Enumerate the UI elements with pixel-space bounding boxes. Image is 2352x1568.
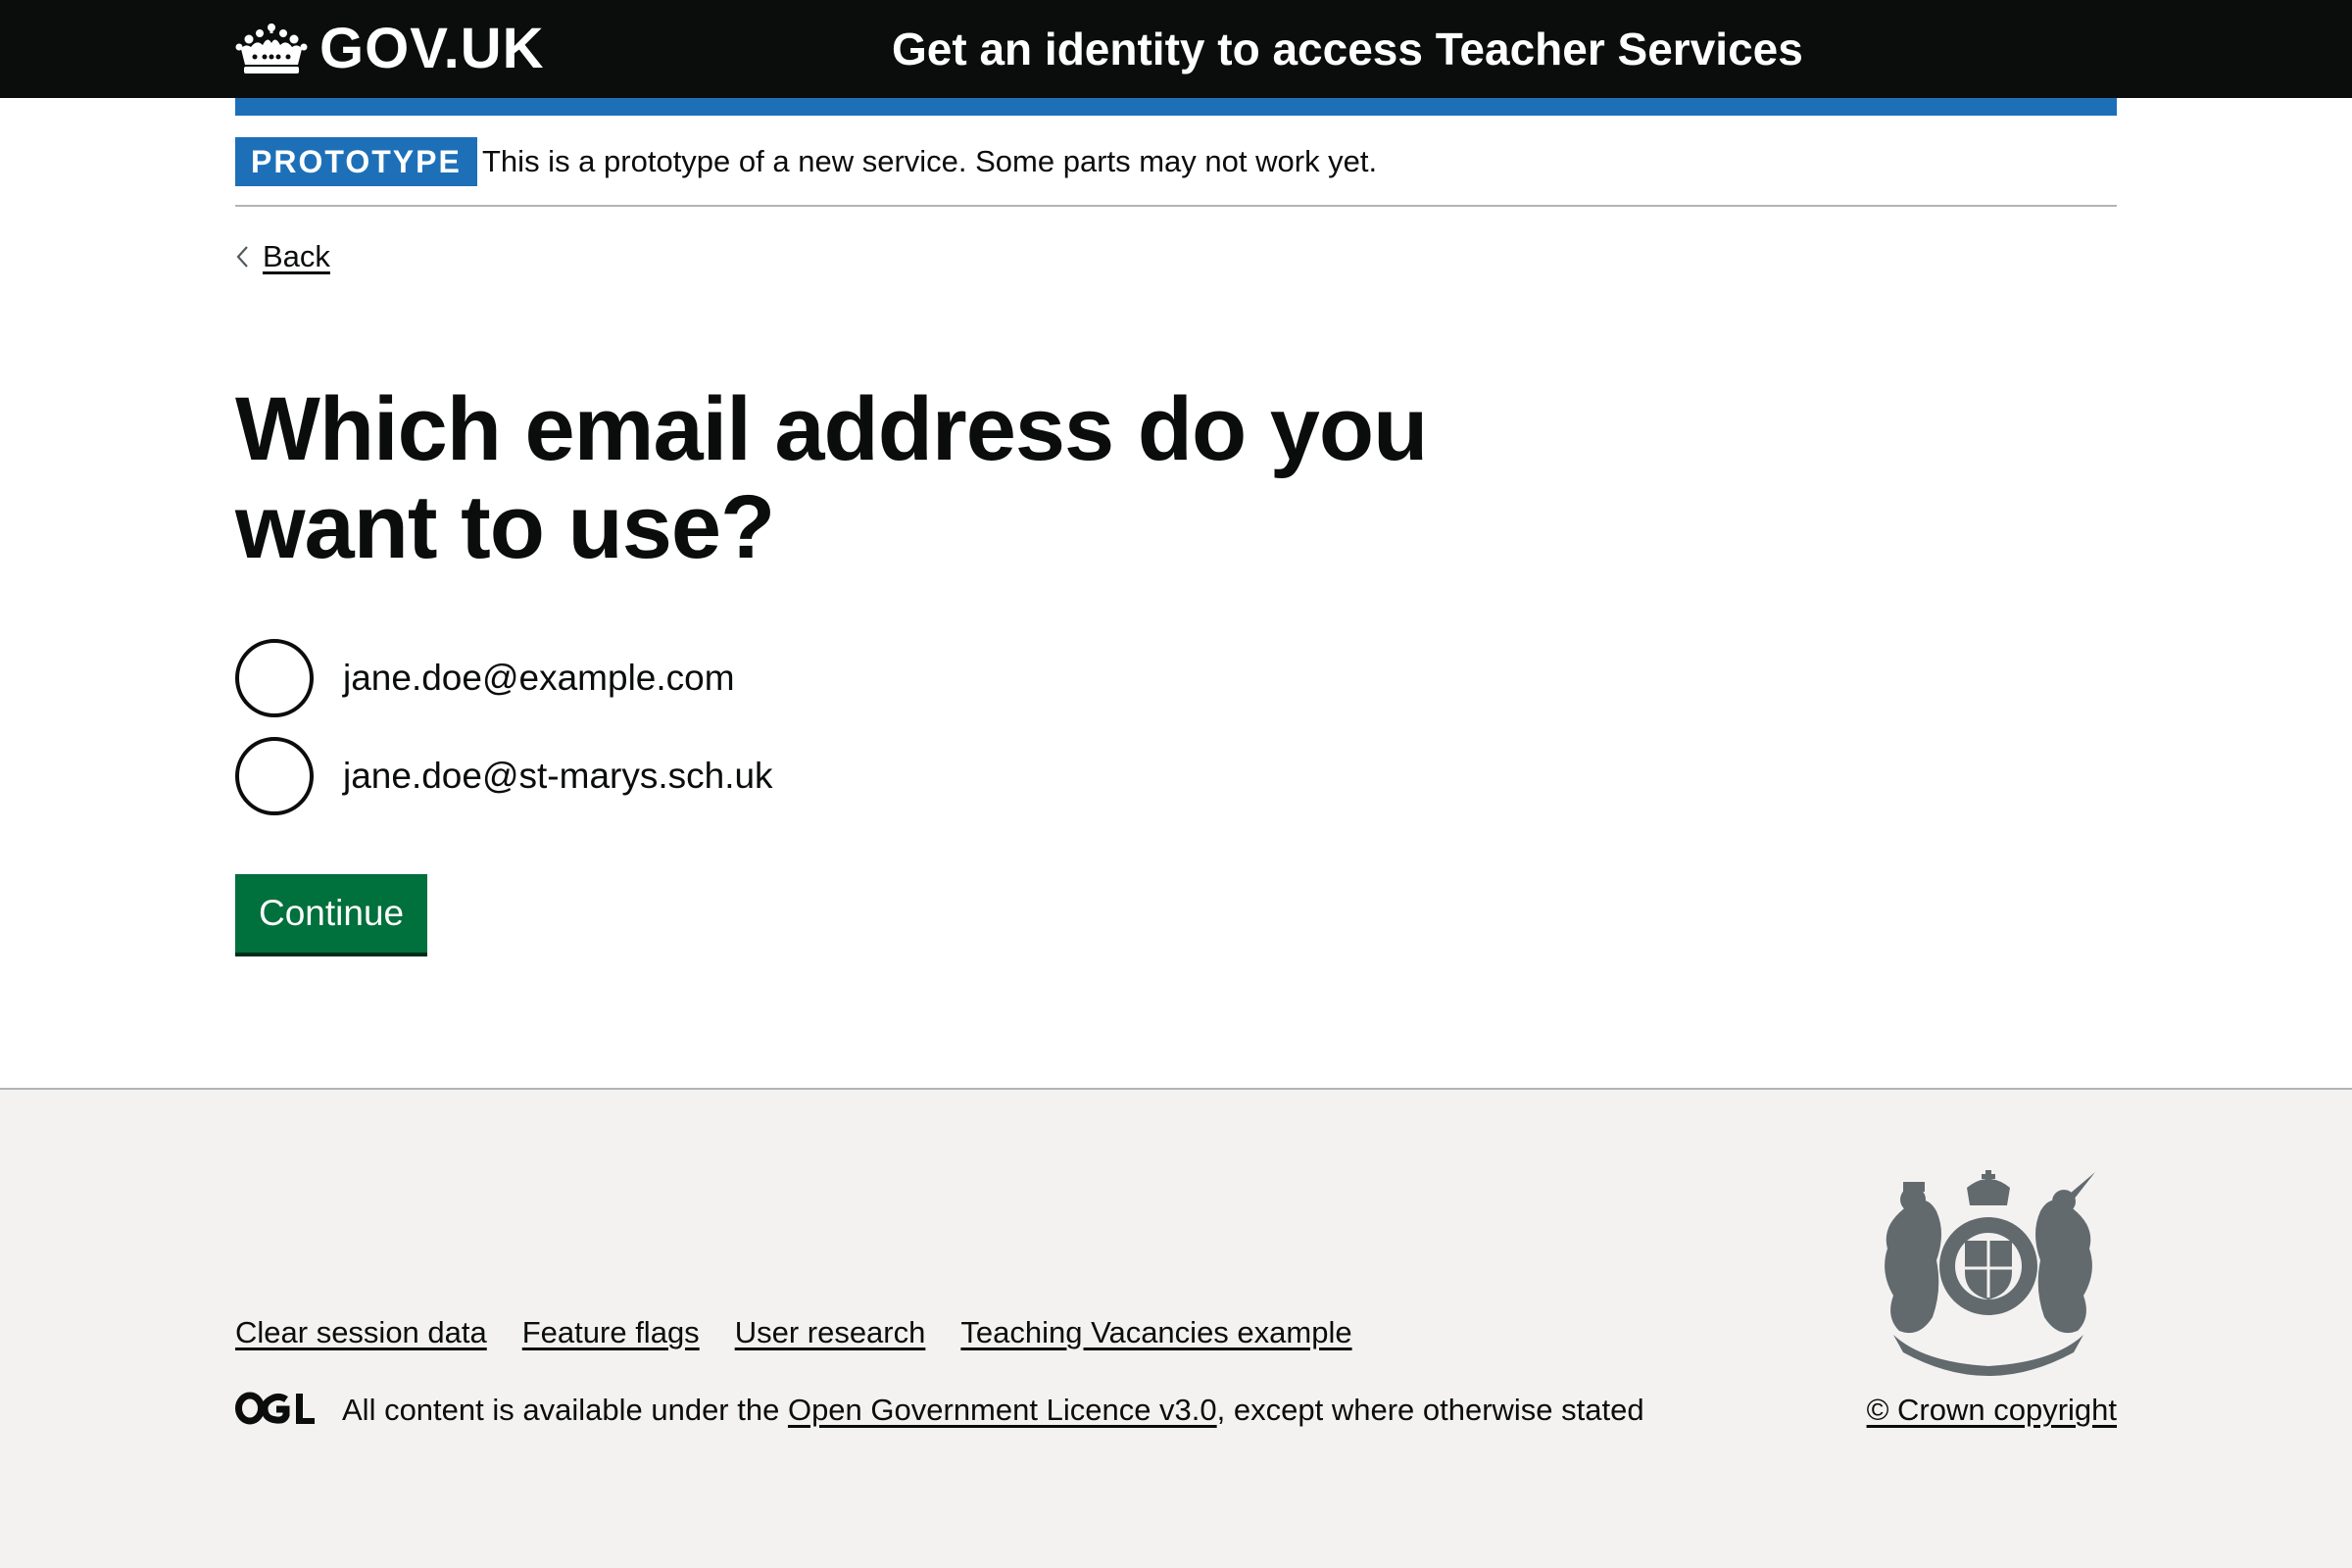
footer-links: Clear session data Feature flags User re… [235,1311,1352,1354]
radio-label[interactable]: jane.doe@st-marys.sch.uk [343,752,773,801]
crown-copyright-link[interactable]: © Crown copyright [1867,1389,2117,1432]
site-footer: Clear session data Feature flags User re… [0,1088,2352,1568]
radio-button[interactable] [235,737,314,815]
chevron-left-icon [236,246,248,268]
header-blue-stripe [235,98,2117,116]
licence-suffix: , except where otherwise stated [1216,1393,1644,1427]
footer-link-clear-session[interactable]: Clear session data [235,1315,487,1349]
licence-text: All content is available under the Open … [342,1389,1644,1432]
back-link-label: Back [263,239,330,273]
site-header: GOV.UK Get an identity to access Teacher… [0,0,2352,98]
govuk-logo-text: GOV.UK [319,17,545,80]
continue-button[interactable]: Continue [235,874,428,953]
crown-icon [235,24,308,74]
royal-coat-of-arms-icon [1885,1170,2095,1376]
back-link[interactable]: Back [235,235,330,278]
footer-link-feature-flags[interactable]: Feature flags [522,1315,700,1349]
govuk-logo-link[interactable]: GOV.UK [235,16,544,82]
open-government-licence-link[interactable]: Open Government Licence v3.0 [788,1393,1217,1427]
footer-link-teaching-vacancies[interactable]: Teaching Vacancies example [960,1315,1351,1349]
email-radio-group: jane.doe@example.com jane.doe@st-marys.s… [235,639,773,835]
page-title: Which email address do you want to use? [235,379,1428,577]
radio-button[interactable] [235,639,314,717]
footer-link-user-research[interactable]: User research [735,1315,926,1349]
licence-prefix: All content is available under the [342,1393,788,1427]
email-option[interactable]: jane.doe@st-marys.sch.uk [235,737,773,815]
radio-label[interactable]: jane.doe@example.com [343,654,735,703]
service-name-link[interactable]: Get an identity to access Teacher Servic… [892,20,1803,78]
phase-banner-text: This is a prototype of a new service. So… [482,144,1378,178]
phase-banner: PROTOTYPE This is a prototype of a new s… [235,116,2117,207]
prototype-tag: PROTOTYPE [235,137,477,186]
email-option[interactable]: jane.doe@example.com [235,639,773,717]
ogl-logo-icon [235,1392,315,1425]
